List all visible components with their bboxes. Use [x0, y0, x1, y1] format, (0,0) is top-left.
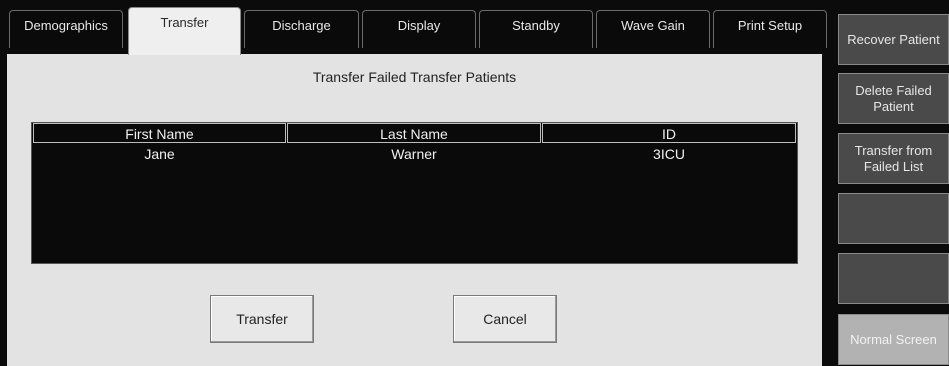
- recover-patient-button[interactable]: Recover Patient: [838, 14, 949, 65]
- tab-bar: Demographics Transfer Discharge Display …: [0, 0, 830, 55]
- tab-print-setup[interactable]: Print Setup: [713, 10, 827, 48]
- panel-title: Transfer Failed Transfer Patients: [312, 69, 517, 85]
- tab-discharge[interactable]: Discharge: [244, 10, 359, 48]
- tab-display[interactable]: Display: [362, 10, 476, 48]
- failed-patients-table: First Name Last Name ID Jane Warner 3ICU: [31, 122, 798, 264]
- table-row[interactable]: Jane Warner 3ICU: [32, 145, 797, 163]
- column-header-last-name: Last Name: [287, 123, 541, 143]
- table-header: First Name Last Name ID: [32, 123, 797, 144]
- action-sidebar: Recover Patient Delete Failed Patient Tr…: [838, 0, 949, 366]
- tab-wave-gain[interactable]: Wave Gain: [596, 10, 710, 48]
- cancel-button[interactable]: Cancel: [453, 295, 557, 343]
- delete-failed-patient-button[interactable]: Delete Failed Patient: [838, 73, 949, 124]
- column-header-first-name: First Name: [33, 123, 286, 143]
- cell-id: 3ICU: [653, 146, 685, 162]
- cell-first-name: Jane: [144, 146, 175, 162]
- normal-screen-button[interactable]: Normal Screen: [838, 314, 949, 365]
- tab-demographics[interactable]: Demographics: [9, 10, 123, 48]
- transfer-panel: Transfer Failed Transfer Patients First …: [7, 54, 822, 366]
- blank-softkey-2[interactable]: [838, 253, 949, 304]
- column-header-id: ID: [542, 123, 796, 143]
- blank-softkey-1[interactable]: [838, 193, 949, 244]
- cell-last-name: Warner: [391, 146, 437, 162]
- tab-transfer[interactable]: Transfer: [128, 7, 241, 55]
- tab-standby[interactable]: Standby: [479, 10, 593, 48]
- transfer-from-failed-list-button[interactable]: Transfer from Failed List: [838, 133, 949, 184]
- transfer-button[interactable]: Transfer: [210, 295, 314, 343]
